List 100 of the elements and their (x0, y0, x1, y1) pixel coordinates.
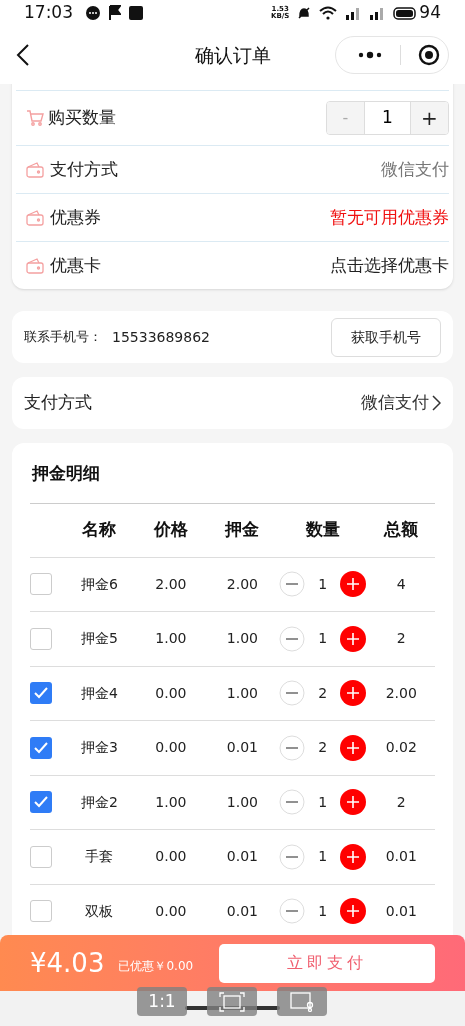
checkbox[interactable] (30, 573, 52, 596)
table-cell-text: 0.02 (385, 738, 417, 758)
checkbox[interactable] (30, 682, 52, 705)
table-cell-text: 0.01 (226, 738, 258, 758)
table-cell-text: 1 (318, 574, 328, 594)
table-cell-text: 押金4 (81, 683, 118, 703)
table-cell-text: 押金5 (81, 629, 118, 649)
row-label: 优惠券 (50, 205, 101, 229)
table-cell-text: 0.01 (385, 901, 417, 921)
row-value[interactable]: 点击选择优惠卡 (330, 252, 449, 279)
table-cell-text: 2 (396, 629, 406, 649)
minus-circle-icon[interactable] (279, 680, 306, 707)
flag-icon (109, 5, 121, 21)
table-cell-text: 0.00 (155, 683, 187, 703)
wallet-icon (26, 161, 44, 178)
table-cell-text: 1 (318, 629, 328, 649)
table-cell-text: 押金6 (81, 574, 118, 594)
column-header: 名称 (82, 518, 117, 542)
checkbox[interactable] (30, 627, 52, 650)
table-cell-text: 0.00 (155, 901, 187, 921)
payment-value: 微信支付 (361, 391, 429, 415)
wallet-icon (26, 257, 44, 274)
checkmark-icon (34, 796, 48, 809)
column-header: 押金 (225, 518, 260, 542)
signal-icon (345, 6, 362, 20)
plus-circle-icon[interactable] (340, 898, 367, 925)
table-cell-text: 0.00 (155, 738, 187, 758)
row-value[interactable]: 微信支付 (381, 156, 449, 183)
table-cell-text: 2 (318, 738, 328, 758)
phone-number: 15533689862 (112, 327, 210, 347)
discount-text: 已优惠￥0.00 (118, 958, 194, 975)
deposit-title: 押金明细 (30, 461, 435, 504)
more-icon[interactable] (358, 51, 382, 59)
chevron-right-icon (432, 395, 441, 411)
table-cell-text: 1.00 (155, 629, 187, 649)
phone-label: 联系手机号： (24, 328, 102, 347)
minus-circle-icon[interactable] (279, 625, 306, 652)
get-phone-button[interactable]: 获取手机号 (331, 317, 441, 357)
minus-circle-icon[interactable] (279, 571, 306, 598)
status-time: 17:03 (24, 1, 73, 25)
row-value[interactable]: 暂无可用优惠券 (330, 204, 449, 231)
payment-card[interactable]: 支付方式 微信支付 (12, 377, 453, 429)
frame-icon (219, 991, 245, 1012)
table-cell-text: 0.01 (226, 847, 258, 867)
table-cell-text: 押金2 (81, 792, 118, 812)
table-cell-text: 押金3 (81, 738, 118, 758)
minus-circle-icon[interactable] (279, 898, 306, 925)
battery-level: 94 (419, 1, 441, 25)
checkbox[interactable] (30, 900, 52, 923)
table-cell-text: 手套 (85, 847, 114, 867)
table-cell-text: 0.01 (226, 901, 258, 921)
checkbox[interactable] (30, 791, 52, 814)
fullscreen-button[interactable] (207, 987, 257, 1016)
plus-circle-icon[interactable] (340, 680, 367, 707)
table-cell-text: 2 (396, 792, 406, 812)
cart-icon (26, 110, 44, 126)
plus-circle-icon[interactable] (340, 625, 367, 652)
table-cell-text: 2.00 (226, 574, 258, 594)
table-cell-text: 2.00 (385, 683, 417, 703)
table-cell-text: 双板 (85, 901, 114, 921)
table-cell-text: 1 (318, 901, 328, 921)
plus-circle-icon[interactable] (340, 843, 367, 870)
checkbox[interactable] (30, 736, 52, 759)
table-cell-text: 1 (318, 847, 328, 867)
table-cell-text: 1.00 (226, 629, 258, 649)
checkmark-icon (34, 687, 48, 700)
signal-icon (369, 6, 386, 20)
minus-circle-icon[interactable] (279, 734, 306, 761)
screenshot-button[interactable] (277, 987, 327, 1016)
increment-button[interactable]: + (411, 102, 448, 134)
close-icon[interactable] (418, 44, 440, 66)
table-cell-text: 1 (318, 792, 328, 812)
row-label: 支付方式 (50, 157, 118, 181)
back-icon[interactable] (16, 44, 30, 66)
table-cell-text: 1.00 (155, 792, 187, 812)
row-label: 购买数量 (48, 106, 116, 130)
column-header: 价格 (153, 518, 188, 542)
plus-circle-icon[interactable] (340, 734, 367, 761)
payment-label: 支付方式 (24, 391, 92, 415)
table-cell-text: 4 (396, 574, 406, 594)
checkbox[interactable] (30, 845, 52, 868)
wallet-icon (26, 209, 44, 226)
minus-circle-icon[interactable] (279, 843, 306, 870)
checkmark-icon (34, 741, 48, 754)
page-title: 确认订单 (194, 42, 271, 68)
column-header: 总额 (384, 518, 419, 542)
plus-circle-icon[interactable] (340, 789, 367, 816)
row-label: 优惠卡 (50, 253, 101, 277)
table-cell-text: 1.00 (226, 683, 258, 703)
total-price: ¥4.03 (30, 946, 105, 980)
table-cell-text: 0.00 (155, 847, 187, 867)
app-icon (129, 6, 143, 20)
minus-circle-icon[interactable] (279, 789, 306, 816)
table-cell-text: 1.00 (226, 792, 258, 812)
plus-circle-icon[interactable] (340, 571, 367, 598)
message-icon (85, 5, 101, 21)
mute-icon (297, 6, 312, 20)
wifi-icon (319, 6, 338, 20)
column-header: 数量 (305, 518, 340, 542)
table-cell-text: 2 (318, 683, 328, 703)
